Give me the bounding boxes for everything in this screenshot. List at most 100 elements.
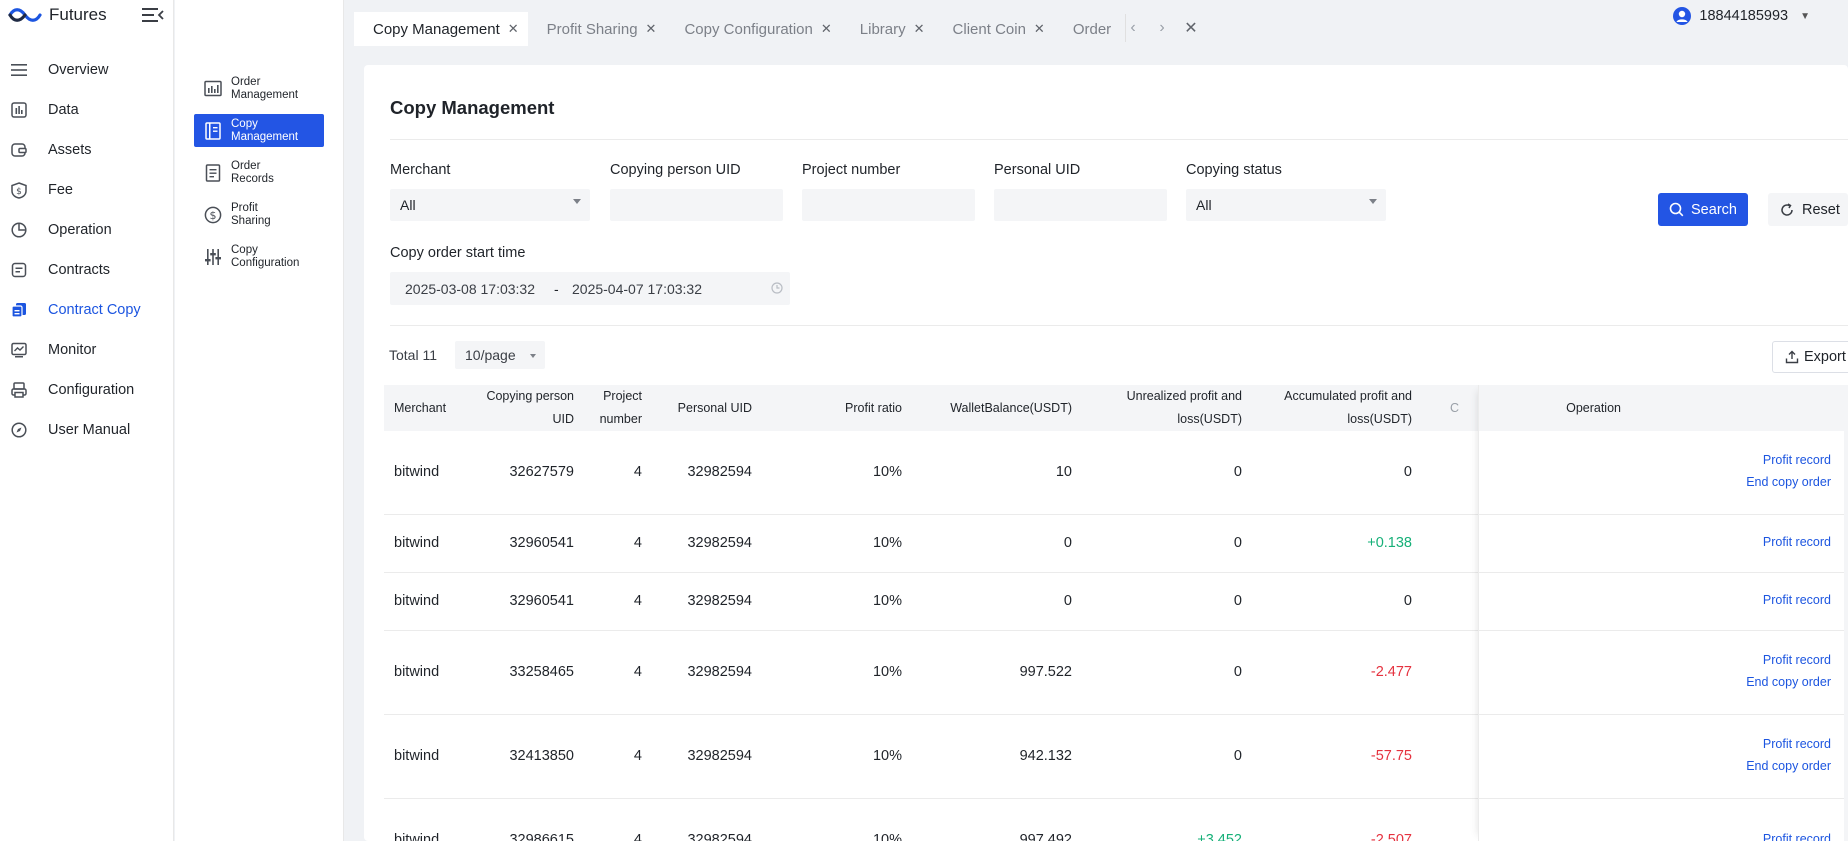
sidebar-item-overview[interactable]: Overview	[0, 50, 173, 90]
printer-icon	[10, 381, 28, 399]
cell-copying-uid: 33258465	[509, 664, 574, 680]
tab-order-management[interactable]: Order Ma	[1054, 12, 1114, 46]
copying-uid-field[interactable]	[610, 189, 783, 221]
cell-copying-uid: 32413850	[509, 748, 574, 764]
pie-icon	[10, 221, 28, 239]
project-number-input[interactable]	[802, 189, 975, 221]
cell-wallet-balance: 942.132	[1019, 748, 1072, 764]
sidebar-item-label: Fee	[48, 182, 73, 198]
main-panel: Copy Management Merchant All Copying per…	[364, 65, 1848, 841]
bar-chart-icon	[10, 101, 28, 119]
svg-text:$: $	[16, 187, 22, 197]
tab-bar: Copy Management ✕ Profit Sharing ✕ Copy Co…	[345, 0, 1848, 46]
profit-record-link[interactable]: Profit record	[1763, 653, 1831, 667]
cell-wallet-balance: 0	[1063, 593, 1072, 609]
caret-down-icon	[1369, 199, 1377, 204]
col-unrealized-pnl: Unrealized profit and loss(USDT)	[1126, 389, 1242, 426]
tab-client-coin[interactable]: Client Coin ✕	[934, 12, 1054, 46]
merchant-label: Merchant	[390, 162, 451, 178]
project-number-field[interactable]	[802, 189, 975, 221]
merchant-select[interactable]: All	[390, 189, 590, 221]
table-scrollbar[interactable]	[1844, 431, 1848, 841]
user-menu[interactable]: 18844185993 ▼	[1673, 7, 1810, 25]
sub-sidebar: Order Management Copy Management Order R…	[175, 0, 344, 841]
subnav-item-profit-sharing[interactable]: $ Profit Sharing	[194, 198, 324, 231]
profit-record-link[interactable]: Profit record	[1763, 593, 1831, 607]
personal-uid-input[interactable]	[994, 189, 1167, 221]
profit-record-link[interactable]: Profit record	[1763, 453, 1831, 467]
cell-personal-uid: 32982594	[687, 593, 752, 609]
col-profit-ratio: Profit ratio	[845, 400, 902, 415]
subnav-item-label: Profit Sharing	[231, 201, 271, 227]
end-copy-order-link[interactable]: End copy order	[1746, 675, 1831, 689]
cell-wallet-balance: 997.522	[1019, 664, 1072, 680]
sidebar-item-label: Configuration	[48, 382, 135, 398]
tab-copy-configuration[interactable]: Copy Configuration ✕	[665, 12, 840, 46]
col-accumulated-pnl: Accumulated profit and loss(USDT)	[1284, 389, 1412, 426]
sidebar-item-user-manual[interactable]: User Manual	[0, 410, 173, 450]
user-name: 18844185993	[1699, 8, 1789, 24]
subnav-item-copy-management[interactable]: Copy Management	[194, 114, 324, 147]
tab-close-icon[interactable]: ✕	[508, 21, 519, 37]
table-row: bitwind 32986615 4 32982594 10% 997.492 +3.452…	[384, 799, 1848, 841]
sidebar-item-data[interactable]: Data	[0, 90, 173, 130]
copying-status-select[interactable]: All	[1186, 189, 1386, 221]
end-copy-order-link[interactable]: End copy order	[1746, 759, 1831, 773]
end-copy-order-link[interactable]: End copy order	[1746, 475, 1831, 489]
cell-profit-ratio: 10%	[872, 748, 902, 764]
chevron-right-icon[interactable]: ›	[1154, 19, 1170, 37]
start-date[interactable]: 2025-03-08 17:03:32	[405, 281, 535, 297]
sidebar-item-operation[interactable]: Operation	[0, 210, 173, 250]
personal-uid-label: Personal UID	[994, 162, 1081, 178]
reset-button[interactable]: Reset	[1768, 193, 1848, 226]
tab-library[interactable]: Library ✕	[841, 12, 934, 46]
cell-project-number: 4	[633, 748, 642, 764]
tab-close-icon[interactable]: ✕	[1034, 21, 1045, 37]
menu-collapse-icon[interactable]	[142, 6, 164, 24]
search-button[interactable]: Search	[1658, 193, 1748, 226]
copying-uid-input[interactable]	[610, 189, 783, 221]
subnav-item-label: Copy Management	[231, 117, 299, 143]
tab-close-icon[interactable]: ✕	[914, 21, 925, 37]
start-time-label: Copy order start time	[390, 245, 526, 261]
tab-copy-management[interactable]: Copy Management ✕	[354, 12, 528, 46]
subnav-item-order-management[interactable]: Order Management	[194, 72, 324, 105]
brand-name: Futures	[49, 5, 107, 24]
personal-uid-field[interactable]	[994, 189, 1167, 221]
copying-status-value: All	[1196, 197, 1212, 213]
table-row: bitwind 32960541 4 32982594 10% 0 0 0 Profit rec…	[384, 573, 1848, 631]
cell-project-number: 4	[633, 535, 642, 551]
cell-copying-uid: 32960541	[509, 593, 574, 609]
close-all-tabs-icon[interactable]: ✕	[1183, 18, 1199, 38]
profit-record-link[interactable]: Profit record	[1763, 535, 1831, 549]
tab-controls: ‹ › ✕	[1125, 18, 1199, 38]
tab-profit-sharing[interactable]: Profit Sharing ✕	[528, 12, 666, 46]
cell-profit-ratio: 10%	[872, 535, 902, 551]
list-icon	[10, 61, 28, 79]
sidebar-item-contract-copy[interactable]: Contract Copy	[0, 290, 173, 330]
subnav-item-copy-configuration[interactable]: Copy Configuration	[194, 240, 324, 273]
subnav-item-order-records[interactable]: Order Records	[194, 156, 324, 189]
date-range-picker[interactable]: 2025-03-08 17:03:32 - 2025-04-07 17:03:3…	[390, 272, 790, 305]
end-date[interactable]: 2025-04-07 17:03:32	[572, 281, 702, 297]
sidebar-item-fee[interactable]: $ Fee	[0, 170, 173, 210]
chevron-left-icon[interactable]: ‹	[1125, 19, 1141, 37]
caret-down-icon	[530, 354, 536, 358]
export-button[interactable]: Export	[1772, 341, 1848, 373]
sidebar-item-contracts[interactable]: Contracts	[0, 250, 173, 290]
cell-copying-uid: 32627579	[509, 464, 574, 480]
sidebar-item-label: User Manual	[48, 422, 131, 438]
sidebar-item-configuration[interactable]: Configuration	[0, 370, 173, 410]
page-size-select[interactable]: 10/page	[455, 341, 545, 369]
chart-box-icon	[204, 80, 222, 98]
profit-record-link[interactable]: Profit record	[1763, 832, 1831, 841]
tab-close-icon[interactable]: ✕	[646, 21, 657, 37]
sidebar-item-monitor[interactable]: Monitor	[0, 330, 173, 370]
user-avatar-icon	[1673, 7, 1692, 25]
cell-wallet-balance: 10	[1055, 464, 1072, 480]
profit-record-link[interactable]: Profit record	[1763, 737, 1831, 751]
sidebar-item-label: Contract Copy	[48, 302, 141, 318]
sidebar-item-assets[interactable]: Assets	[0, 130, 173, 170]
tab-close-icon[interactable]: ✕	[821, 21, 832, 37]
tab-label: Copy Configuration	[684, 20, 813, 38]
